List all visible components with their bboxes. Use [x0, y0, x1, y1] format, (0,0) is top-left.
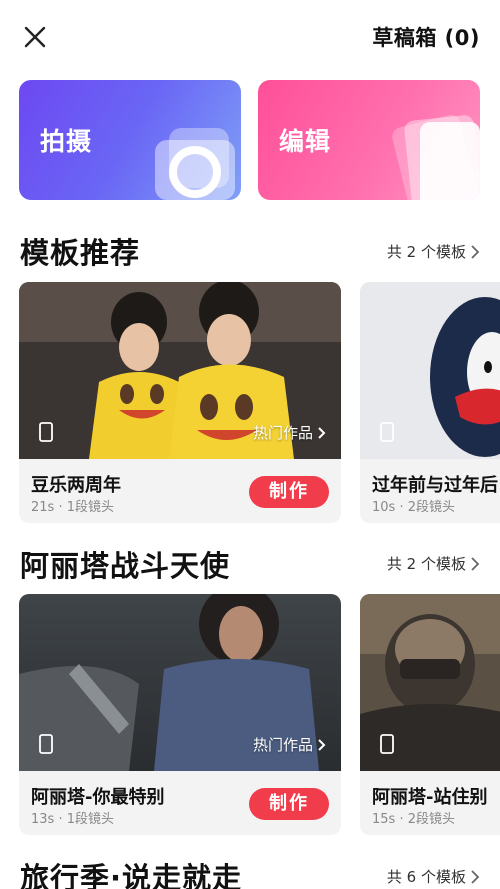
template-title: 过年前与过年后 — [372, 475, 498, 496]
chevron-right-icon — [471, 556, 480, 571]
section-title-travel: 旅行季·说走就走 — [20, 861, 243, 889]
template-meta: 15s · 2段镜头 — [372, 812, 455, 827]
template-info: 阿丽塔-你最特别 13s · 1段镜头 制作 — [19, 771, 341, 835]
phone-icon — [39, 734, 53, 754]
section-more-link[interactable]: 共 6 个模板 — [387, 866, 480, 887]
hot-works-link[interactable]: 热门作品 — [253, 422, 327, 443]
template-info: 豆乐两周年 21s · 1段镜头 制作 — [19, 459, 341, 523]
section-more-label: 共 2 个模板 — [386, 243, 466, 261]
camera-icon — [155, 128, 235, 200]
template-card[interactable]: 过年前与过年后 10s · 2段镜头 — [360, 282, 500, 523]
section-title-template-recommend: 模板推荐 — [20, 236, 141, 270]
phone-icon — [380, 734, 394, 754]
template-info: 过年前与过年后 10s · 2段镜头 — [360, 459, 500, 523]
make-button[interactable]: 制作 — [249, 476, 329, 508]
template-info: 阿丽塔-站住别 15s · 2段镜头 — [360, 771, 500, 835]
hot-works-link[interactable]: 热门作品 — [253, 734, 327, 755]
chevron-right-icon — [471, 244, 480, 259]
template-meta: 21s · 1段镜头 — [31, 500, 114, 515]
section-more-link[interactable]: 共 2 个模板 — [387, 241, 480, 262]
drafts-button[interactable]: 草稿箱 (0) — [372, 22, 480, 52]
close-icon[interactable] — [22, 24, 48, 50]
shoot-card[interactable]: 拍摄 — [19, 80, 241, 200]
edit-label: 编辑 — [279, 127, 332, 156]
template-title: 阿丽塔-你最特别 — [31, 787, 165, 808]
template-card[interactable]: 阿丽塔-站住别 15s · 2段镜头 — [360, 594, 500, 835]
template-card[interactable]: 热门作品 豆乐两周年 21s · 1段镜头 制作 — [19, 282, 341, 523]
template-title: 豆乐两周年 — [31, 475, 121, 496]
template-card[interactable]: 热门作品 阿丽塔-你最特别 13s · 1段镜头 制作 — [19, 594, 341, 835]
chevron-right-icon — [471, 869, 480, 884]
shoot-label: 拍摄 — [40, 127, 93, 156]
section-more-label: 共 6 个模板 — [386, 868, 466, 886]
hot-works-label: 热门作品 — [252, 736, 313, 754]
section-more-label: 共 2 个模板 — [386, 555, 466, 573]
phone-icon — [39, 422, 53, 442]
make-button[interactable]: 制作 — [249, 788, 329, 820]
top-bar: 草稿箱 (0) — [0, 0, 500, 72]
chevron-right-icon — [318, 738, 326, 751]
template-meta: 13s · 1段镜头 — [31, 812, 114, 827]
template-title: 阿丽塔-站住别 — [372, 787, 488, 808]
section-more-link[interactable]: 共 2 个模板 — [387, 553, 480, 574]
hot-works-label: 热门作品 — [252, 424, 313, 442]
template-meta: 10s · 2段镜头 — [372, 500, 455, 515]
section-title-alita: 阿丽塔战斗天使 — [20, 549, 231, 583]
phone-icon — [380, 422, 394, 442]
edit-pages-icon — [392, 114, 480, 200]
edit-card[interactable]: 编辑 — [258, 80, 480, 200]
chevron-right-icon — [318, 426, 326, 439]
